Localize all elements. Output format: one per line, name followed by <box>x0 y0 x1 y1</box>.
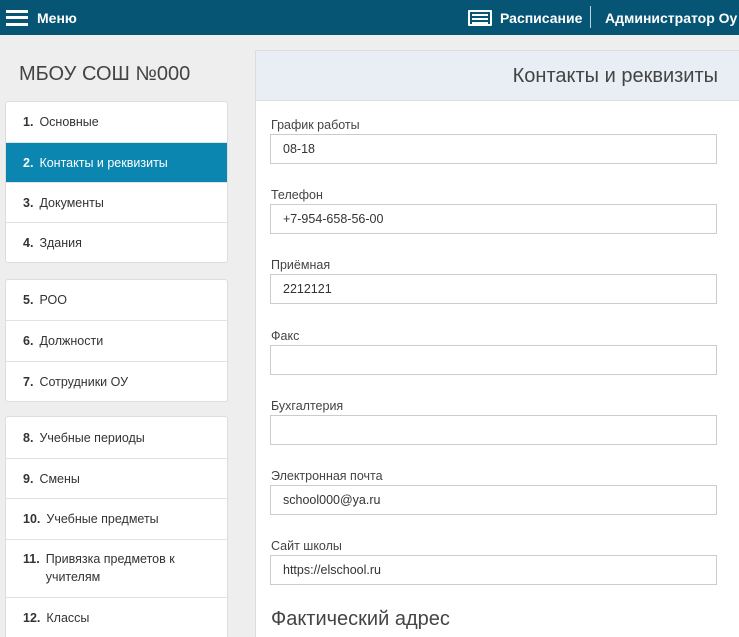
menu-label: Меню <box>37 9 77 26</box>
org-title: МБОУ СОШ №000 <box>19 63 191 85</box>
nav-item-label: Классы <box>46 611 90 625</box>
nav-item-number: 3. <box>23 195 34 210</box>
nav-item-number: 2. <box>23 155 34 170</box>
website-label: Сайт школы <box>271 539 342 553</box>
nav-item-label: Учебные предметы <box>46 512 159 526</box>
nav-item-number: 1. <box>23 115 34 129</box>
nav-item-documents[interactable]: 3. Документы <box>6 182 227 222</box>
nav-item-label: Контакты и реквизиты <box>39 155 168 170</box>
website-input[interactable] <box>270 555 717 585</box>
nav-item-label: Привязка предметов к учителям <box>45 552 175 584</box>
nav-item-subject-binding[interactable]: 11. Привязка предметов к учителям <box>6 539 227 597</box>
nav-item-label: Учебные периоды <box>39 430 145 445</box>
nav-item-number: 4. <box>23 235 34 250</box>
schedule-button[interactable]: Расписание <box>468 0 582 35</box>
nav-item-subjects[interactable]: 10. Учебные предметы <box>6 498 227 539</box>
nav-item-label: Документы <box>39 195 104 210</box>
top-bar: Меню Расписание Администратор Оу <box>0 0 739 35</box>
nav-item-number: 7. <box>23 374 34 389</box>
nav-item-number: 5. <box>23 293 34 307</box>
nav-group-3: 8. Учебные периоды 9. Смены 10. Учебные … <box>5 416 228 637</box>
phone-label: Телефон <box>271 188 323 202</box>
fax-label: Факс <box>271 329 300 343</box>
fax-input[interactable] <box>270 345 717 375</box>
nav-item-number: 8. <box>23 430 34 445</box>
nav-item-contacts[interactable]: 2. Контакты и реквизиты <box>6 142 227 182</box>
nav-group-1: 1. Основные 2. Контакты и реквизиты 3. Д… <box>5 101 228 263</box>
email-input[interactable] <box>270 485 717 515</box>
nav-item-label: Здания <box>39 235 82 250</box>
panel-header: Контакты и реквизиты <box>256 51 739 101</box>
nav-item-staff[interactable]: 7. Сотрудники ОУ <box>6 361 227 401</box>
work-hours-label: График работы <box>271 118 360 132</box>
contacts-panel: Контакты и реквизиты График работы Телеф… <box>255 50 739 637</box>
phone-input[interactable] <box>270 204 717 234</box>
nav-item-number: 9. <box>23 471 34 486</box>
reception-label: Приёмная <box>271 258 331 272</box>
nav-item-roo[interactable]: 5. РОО <box>6 280 227 320</box>
topbar-divider <box>590 6 591 28</box>
email-label: Электронная почта <box>271 469 383 483</box>
nav-item-shifts[interactable]: 9. Смены <box>6 458 227 498</box>
schedule-label: Расписание <box>500 9 583 26</box>
user-menu-button[interactable]: Администратор Оу <box>605 0 737 35</box>
nav-group-2: 5. РОО 6. Должности 7. Сотрудники ОУ <box>5 279 228 402</box>
nav-item-number: 6. <box>23 334 34 348</box>
work-hours-input[interactable] <box>270 134 717 164</box>
panel-title: Контакты и реквизиты <box>512 65 718 87</box>
menu-button[interactable]: Меню <box>6 0 77 35</box>
nav-item-main[interactable]: 1. Основные <box>6 102 227 142</box>
nav-item-number: 12. <box>23 611 41 625</box>
nav-item-label: РОО <box>39 293 67 307</box>
schedule-icon <box>468 9 492 26</box>
nav-item-number: 10. <box>23 512 41 526</box>
nav-item-number: 11. <box>23 552 40 566</box>
nav-item-label: Должности <box>39 334 104 348</box>
nav-item-study-periods[interactable]: 8. Учебные периоды <box>6 417 227 458</box>
nav-item-positions[interactable]: 6. Должности <box>6 320 227 361</box>
nav-item-classes[interactable]: 12. Классы <box>6 597 227 637</box>
accounting-input[interactable] <box>270 415 717 445</box>
accounting-label: Бухгалтерия <box>271 399 344 413</box>
nav-item-label: Смены <box>39 471 80 486</box>
reception-input[interactable] <box>270 274 717 304</box>
nav-item-label: Основные <box>39 115 99 129</box>
actual-address-heading: Фактический адрес <box>271 608 450 630</box>
nav-item-label: Сотрудники ОУ <box>39 374 129 389</box>
nav-item-buildings[interactable]: 4. Здания <box>6 222 227 262</box>
hamburger-icon <box>6 9 28 26</box>
